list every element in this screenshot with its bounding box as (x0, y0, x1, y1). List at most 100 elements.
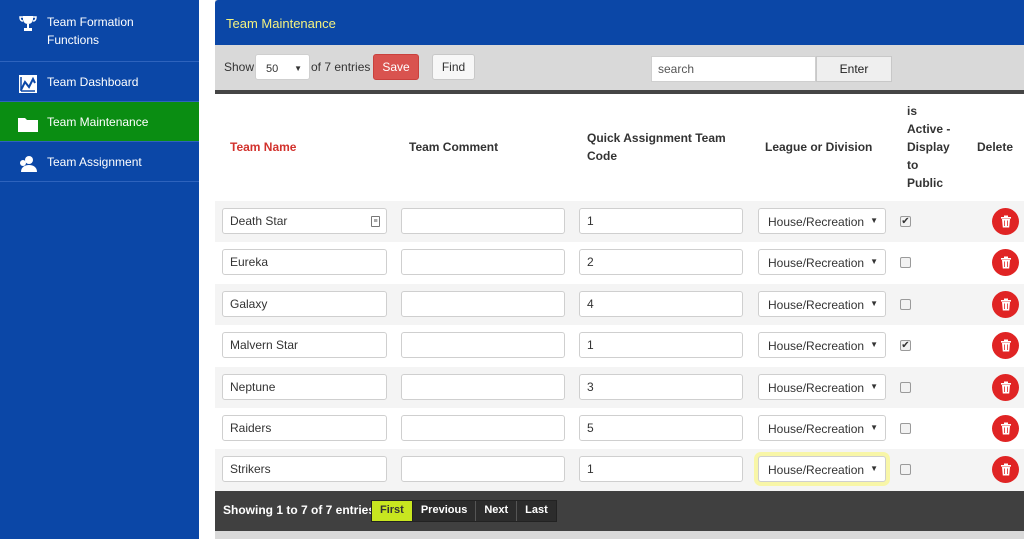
delete-button[interactable] (992, 332, 1019, 360)
pager-next[interactable]: Next (476, 501, 518, 521)
team-name-input[interactable] (222, 249, 387, 276)
league-select[interactable]: House/Recreation ▼ (758, 373, 886, 400)
table-row: House/Recreation ▼ (215, 242, 1024, 284)
league-select[interactable]: House/Recreation ▼ (758, 456, 886, 483)
delete-button[interactable] (992, 208, 1019, 235)
main-panel: Team Maintenance Show 50 ▼ of 7 entries … (215, 0, 1024, 539)
trash-icon (1000, 215, 1011, 228)
team-comment-input[interactable] (401, 208, 565, 234)
chart-icon (17, 73, 39, 95)
assignment-code-input[interactable] (579, 290, 743, 317)
assignment-code-input[interactable] (579, 373, 743, 400)
assignment-code-input[interactable] (579, 332, 743, 359)
assignment-code-input[interactable] (579, 456, 743, 483)
active-checkbox[interactable] (900, 381, 911, 393)
table-row: House/Recreation ▼ (215, 407, 1024, 450)
team-name-input[interactable] (222, 208, 387, 234)
league-select[interactable]: House/Recreation ▼ (758, 249, 886, 276)
header-code-line2: Code (587, 149, 617, 163)
search-input[interactable] (651, 56, 816, 82)
team-comment-input[interactable] (401, 414, 565, 441)
find-button[interactable]: Find (432, 54, 475, 80)
header-active-line: is (907, 104, 918, 118)
active-checkbox[interactable]: ✔ (900, 340, 911, 352)
entries-info: Showing 1 to 7 of 7 entries (223, 503, 376, 517)
header-delete: Delete (977, 140, 1014, 154)
header-team-name[interactable]: Team Name (230, 138, 296, 156)
team-name-input[interactable] (222, 414, 387, 441)
panel-title: Team Maintenance (215, 0, 1024, 45)
table-row: ≡ House/Recreation ▼ ✔ (215, 201, 1024, 243)
league-value: House/Recreation (768, 297, 865, 312)
delete-button[interactable] (992, 456, 1019, 484)
team-comment-input[interactable] (401, 290, 565, 317)
folder-icon (17, 113, 39, 135)
pager-first[interactable]: First (372, 501, 413, 521)
table-footer: Showing 1 to 7 of 7 entries First Previo… (215, 491, 1024, 531)
table-row: House/Recreation ▼ (215, 449, 1024, 491)
league-select[interactable]: House/Recreation ▼ (758, 332, 886, 359)
team-name-input[interactable] (222, 456, 387, 483)
sidebar-item-team-assignment[interactable]: Team Assignment (0, 142, 199, 182)
team-name-input[interactable] (222, 290, 387, 317)
table-row: House/Recreation ▼ (215, 366, 1024, 408)
active-checkbox[interactable] (900, 298, 911, 310)
active-checkbox[interactable]: ✔ (900, 216, 911, 227)
enter-button[interactable]: Enter (816, 56, 892, 82)
save-button[interactable]: Save (373, 54, 419, 80)
table-header: Team Name Team Comment Quick Assignment … (215, 94, 1024, 201)
user-icon (17, 153, 39, 175)
team-name-input[interactable] (222, 373, 387, 400)
assignment-code-input[interactable] (579, 208, 743, 234)
header-active-line: Public (907, 176, 944, 190)
delete-button[interactable] (992, 290, 1019, 318)
sidebar-item-team-maintenance[interactable]: Team Maintenance (0, 102, 199, 142)
team-comment-input[interactable] (401, 249, 565, 276)
delete-button[interactable] (992, 414, 1019, 442)
assignment-code-input[interactable] (579, 249, 743, 276)
header-code-line1: Quick Assignment Team (587, 131, 726, 145)
dropdown-arrow-icon: ▼ (870, 422, 878, 432)
league-select[interactable]: House/Recreation ▼ (758, 290, 886, 317)
team-comment-input[interactable] (401, 373, 565, 400)
active-checkbox[interactable] (900, 464, 911, 476)
delete-button[interactable] (992, 373, 1019, 401)
trash-icon (1000, 422, 1011, 435)
header-active-line: Display (907, 140, 950, 154)
header-league[interactable]: League or Division (765, 138, 872, 156)
league-select[interactable]: House/Recreation ▼ (758, 208, 886, 234)
contact-card-icon: ≡ (371, 216, 380, 227)
active-checkbox[interactable] (900, 257, 911, 269)
header-team-comment[interactable]: Team Comment (409, 138, 498, 156)
league-value: House/Recreation (768, 215, 865, 229)
trophy-icon (17, 13, 39, 35)
trash-icon (1000, 339, 1011, 352)
dropdown-arrow-icon: ▼ (870, 464, 878, 474)
pager-last[interactable]: Last (517, 501, 556, 521)
assignment-code-input[interactable] (579, 414, 743, 441)
header-active[interactable]: is Active - Display to Public (907, 102, 950, 192)
team-comment-input[interactable] (401, 456, 565, 483)
dropdown-arrow-icon: ▼ (870, 298, 878, 308)
header-code[interactable]: Quick Assignment Team Code (587, 129, 726, 165)
league-value: House/Recreation (768, 421, 865, 436)
sidebar-item-team-dashboard[interactable]: Team Dashboard (0, 62, 199, 102)
active-checkbox[interactable] (900, 422, 911, 434)
sidebar-item-team-formation[interactable]: Team Formation Functions (0, 0, 199, 62)
delete-button[interactable] (992, 249, 1019, 277)
team-comment-input[interactable] (401, 332, 565, 359)
header-active-line: Active - (907, 122, 951, 136)
entries-select[interactable]: 50 ▼ (255, 54, 310, 80)
entries-count-label: of 7 entries (311, 60, 371, 74)
league-value: House/Recreation (768, 380, 865, 395)
sidebar-item-label: Team Maintenance (47, 115, 149, 129)
bottom-strip (215, 531, 1024, 539)
team-name-input[interactable] (222, 332, 387, 359)
table-row: House/Recreation ▼ (215, 283, 1024, 326)
pager-previous[interactable]: Previous (412, 501, 477, 521)
sidebar: Team Formation Functions Team Dashboard … (0, 0, 199, 539)
header-active-line: to (907, 158, 919, 172)
dropdown-arrow-icon: ▼ (870, 381, 878, 391)
sidebar-item-label: Team Assignment (47, 155, 142, 169)
league-select[interactable]: House/Recreation ▼ (758, 414, 886, 441)
